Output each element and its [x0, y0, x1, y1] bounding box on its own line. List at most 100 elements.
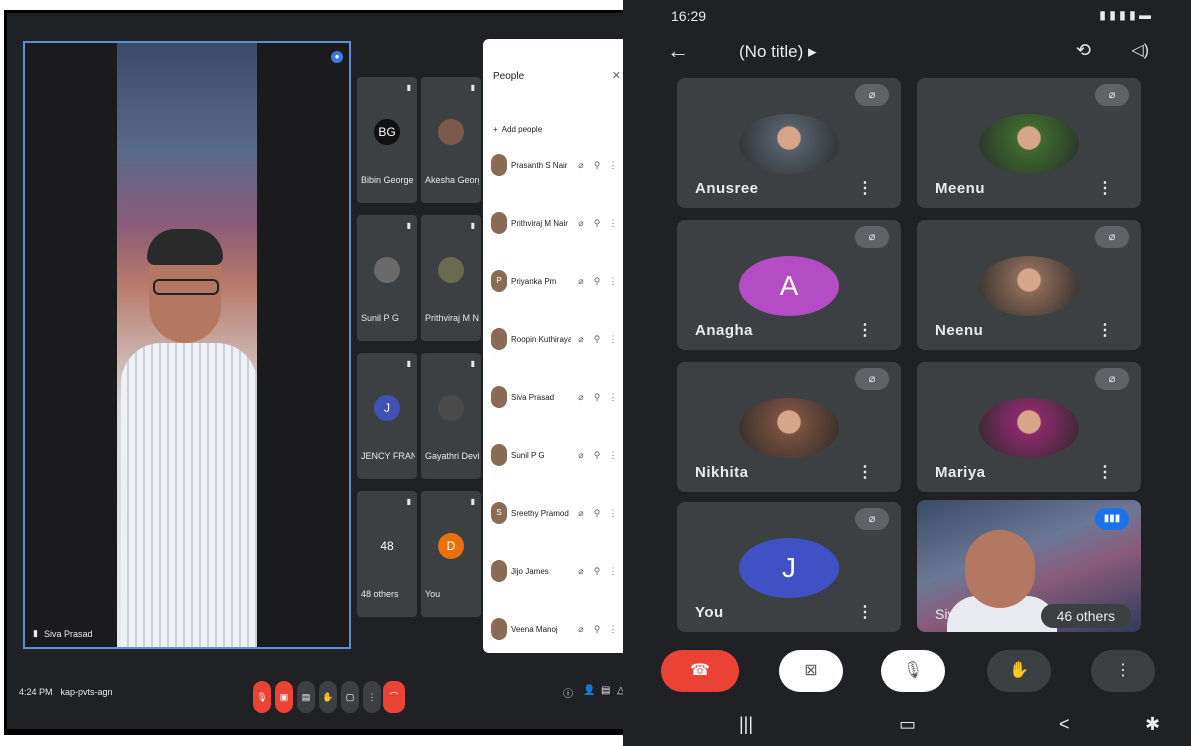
more-vert-icon[interactable]: ⋮: [1097, 178, 1113, 198]
others-count-badge[interactable]: 46 others: [1040, 604, 1131, 628]
people-list-item[interactable]: Siva Prasad ⌀ ⚲ ⋮: [491, 383, 625, 411]
participant-tile[interactable]: ▮ BG Bibin George: [357, 77, 417, 203]
people-list-item[interactable]: Prithviraj M Nair ⌀ ⚲ ⋮: [491, 209, 625, 237]
switch-camera-icon[interactable]: ⟲: [1076, 40, 1091, 61]
captions-button[interactable]: ▤: [297, 681, 315, 713]
meeting-title[interactable]: (No title) ▸: [739, 42, 817, 62]
mic-off-icon[interactable]: ⌀: [575, 624, 587, 635]
add-people-button[interactable]: + Add people: [493, 125, 542, 134]
more-vert-icon[interactable]: ⋮: [607, 218, 619, 229]
people-list-item[interactable]: Roopin Kuthirayakkal ⌀ ⚲ ⋮: [491, 325, 625, 353]
participant-tile[interactable]: ▮ D You: [421, 491, 481, 617]
mic-icon: ▮: [406, 359, 411, 368]
meeting-details[interactable]: 4:24 PM kap-pvts-agn: [19, 687, 113, 697]
chat-icon[interactable]: ▤: [601, 685, 610, 696]
participant-tile[interactable]: ⌀ J You ⋮: [677, 502, 901, 632]
present-button[interactable]: ▢: [341, 681, 359, 713]
mic-off-icon[interactable]: ⌀: [575, 566, 587, 577]
pin-icon[interactable]: ⚲: [591, 276, 603, 287]
participant-tile[interactable]: ⌀ Anusree ⋮: [677, 78, 901, 208]
more-options-button[interactable]: ⋮: [1091, 650, 1155, 692]
more-vert-icon[interactable]: ⋮: [607, 566, 619, 577]
speaker-tile-name: Siva: [935, 606, 963, 622]
more-vert-icon[interactable]: ⋮: [607, 334, 619, 345]
accessibility-icon[interactable]: ✱: [1145, 714, 1160, 735]
speaker-volume-icon[interactable]: ◁): [1131, 40, 1149, 60]
pin-icon[interactable]: ⚲: [591, 392, 603, 403]
people-icon[interactable]: 👤: [583, 685, 595, 696]
participant-tile[interactable]: ▮ Gayathri Devi: [421, 353, 481, 479]
more-vert-icon[interactable]: ⋮: [857, 602, 873, 622]
more-vert-icon[interactable]: ⋮: [607, 276, 619, 287]
recent-apps-icon[interactable]: |||: [739, 714, 753, 735]
mic-off-icon[interactable]: ⌀: [575, 276, 587, 287]
participant-name: Gayathri Devi: [425, 451, 479, 461]
people-list-item[interactable]: Sunil P G ⌀ ⚲ ⋮: [491, 441, 625, 469]
more-vert-icon[interactable]: ⋮: [857, 462, 873, 482]
people-list-item[interactable]: Jijo James ⌀ ⚲ ⋮: [491, 557, 625, 585]
mic-off-icon[interactable]: ⌀: [575, 218, 587, 229]
more-vert-icon[interactable]: ⋮: [1097, 320, 1113, 340]
avatar: [491, 618, 507, 640]
mic-icon: ▮: [406, 497, 411, 506]
participant-tile[interactable]: ▮ Prithviraj M Nair: [421, 215, 481, 341]
more-vert-icon[interactable]: ⋮: [607, 508, 619, 519]
more-vert-icon[interactable]: ⋮: [1097, 462, 1113, 482]
participant-name: You: [695, 604, 724, 621]
back-arrow-icon[interactable]: ←: [667, 38, 689, 64]
pin-icon[interactable]: ⚲: [591, 566, 603, 577]
people-list-item[interactable]: P Priyanka Pm ⌀ ⚲ ⋮: [491, 267, 625, 295]
more-vert-icon[interactable]: ⋮: [857, 320, 873, 340]
avatar: J: [374, 395, 400, 422]
info-icon[interactable]: ⓘ: [563, 685, 573, 700]
participant-tile[interactable]: ⌀ A Anagha ⋮: [677, 220, 901, 350]
leave-call-button[interactable]: ⌒: [383, 681, 405, 713]
mic-off-icon: ⌀: [1095, 368, 1129, 390]
participant-tile[interactable]: ▮ Akesha George: [421, 77, 481, 203]
more-vert-icon[interactable]: ⋮: [607, 624, 619, 635]
speaker-tile[interactable]: ▮▮▮ Siva 46 others: [917, 500, 1141, 632]
mic-off-icon[interactable]: ⌀: [575, 392, 587, 403]
avatar: BG: [374, 119, 400, 146]
pin-icon[interactable]: ⚲: [591, 334, 603, 345]
raise-hand-button[interactable]: ✋: [319, 681, 337, 713]
mic-off-icon[interactable]: ⌀: [575, 334, 587, 345]
main-speaker-video[interactable]: ● ▮ Siva Prasad: [23, 41, 351, 649]
person-name: Priyanka Pm: [511, 276, 557, 286]
participant-tile[interactable]: ⌀ Neenu ⋮: [917, 220, 1141, 350]
back-nav-icon[interactable]: <: [1059, 714, 1070, 735]
more-vert-icon[interactable]: ⋮: [857, 178, 873, 198]
people-list-item[interactable]: S Sreethy Pramod ⌀ ⚲ ⋮: [491, 499, 625, 527]
participant-tile[interactable]: ⌀ Nikhita ⋮: [677, 362, 901, 492]
participant-tile[interactable]: ▮ Sunil P G: [357, 215, 417, 341]
participant-tile[interactable]: ▮ 48 48 others: [357, 491, 417, 617]
raise-hand-button[interactable]: ✋: [987, 650, 1051, 692]
mic-off-icon[interactable]: ⌀: [575, 508, 587, 519]
more-vert-icon[interactable]: ⋮: [607, 392, 619, 403]
pin-icon[interactable]: ⚲: [591, 218, 603, 229]
pin-icon[interactable]: ⚲: [591, 160, 603, 171]
end-call-button[interactable]: ☎: [661, 650, 739, 692]
pin-icon[interactable]: ⚲: [591, 624, 603, 635]
mic-icon: ▮: [470, 497, 475, 506]
people-list-item[interactable]: Prasanth S Nair ⌀ ⚲ ⋮: [491, 151, 625, 179]
more-vert-icon[interactable]: ⋮: [607, 160, 619, 171]
pin-icon[interactable]: ⚲: [591, 450, 603, 461]
mic-off-icon[interactable]: ⌀: [575, 160, 587, 171]
people-list-item[interactable]: Veena Manoj ⌀ ⚲ ⋮: [491, 615, 625, 643]
mic-toggle-button[interactable]: 🎙: [253, 681, 271, 713]
camera-off-button[interactable]: ⊠: [779, 650, 843, 692]
main-speaker-name: ▮ Siva Prasad: [33, 628, 93, 639]
camera-toggle-button[interactable]: ▣: [275, 681, 293, 713]
participant-tile[interactable]: ⌀ Mariya ⋮: [917, 362, 1141, 492]
participant-tile[interactable]: ⌀ Meenu ⋮: [917, 78, 1141, 208]
mic-off-button[interactable]: 🎙: [881, 650, 945, 692]
avatar: P: [491, 270, 507, 292]
close-icon[interactable]: ✕: [612, 69, 621, 82]
pin-icon[interactable]: ⚲: [591, 508, 603, 519]
mic-off-icon[interactable]: ⌀: [575, 450, 587, 461]
home-icon[interactable]: ▭: [899, 714, 916, 735]
participant-tile[interactable]: ▮ J JENCY FRANCIS: [357, 353, 417, 479]
more-vert-icon[interactable]: ⋮: [607, 450, 619, 461]
more-options-button[interactable]: ⋮: [363, 681, 381, 713]
